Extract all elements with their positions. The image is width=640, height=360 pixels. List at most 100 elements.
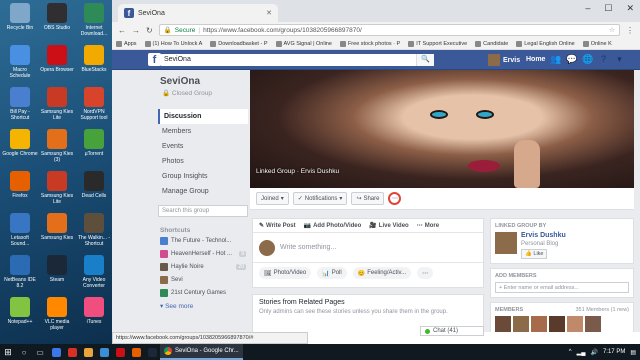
composer-option[interactable]: 🖼 Photo/Video <box>259 267 312 279</box>
desktop-icon[interactable]: Any Video Converter <box>76 254 112 292</box>
composer-more-button[interactable]: ⋯ <box>417 267 434 279</box>
members-count[interactable]: 351 Members (1 new) <box>576 307 630 316</box>
chat-button[interactable]: Chat (41) <box>420 326 484 336</box>
desktop-icon[interactable]: NordVPN Support tool <box>76 86 112 124</box>
help-icon[interactable]: ? <box>598 54 609 65</box>
desktop-icon[interactable]: Macro Schedule <box>2 44 38 82</box>
composer-tab[interactable]: ⋯ More <box>417 222 439 230</box>
desktop-icon[interactable]: OBS Studio <box>39 2 75 40</box>
shortcut-item[interactable]: The Future - Technol... <box>158 234 248 247</box>
desktop-icon[interactable]: Samsung Kies (3) <box>39 128 75 166</box>
desktop-icon[interactable]: Google Chrome <box>2 128 38 166</box>
group-nav-item[interactable]: Manage Group <box>158 184 248 199</box>
url-field[interactable]: 🔒 Secure | https://www.facebook.com/grou… <box>158 24 620 36</box>
desktop-icon[interactable]: NetBeans IDE 8.2 <box>2 254 38 292</box>
see-more-link[interactable]: ▾ See more <box>158 299 248 313</box>
search-icon[interactable]: ○ <box>16 344 32 360</box>
desktop-icon[interactable]: Dead Cells <box>76 170 112 208</box>
desktop-icon[interactable]: Samsung Kies <box>39 212 75 250</box>
share-button[interactable]: ↪ Share <box>351 192 385 205</box>
windows-start-icon[interactable]: ⊞ <box>0 344 16 360</box>
facebook-search-input[interactable]: SeviOna <box>160 54 432 66</box>
close-window-icon[interactable]: ✕ <box>626 3 634 14</box>
close-tab-icon[interactable]: ✕ <box>266 9 272 17</box>
joined-button[interactable]: Joined ▾ <box>256 192 289 205</box>
desktop-icon[interactable]: Recycle Bin <box>2 2 38 40</box>
bookmark-item[interactable]: Online K <box>582 40 612 47</box>
pinned-app-icon[interactable] <box>80 344 96 360</box>
maximize-icon[interactable]: ☐ <box>604 3 612 14</box>
desktop-icon[interactable]: The Walkin... - Shortcut <box>76 212 112 250</box>
member-avatar[interactable] <box>585 316 601 332</box>
group-nav-item[interactable]: Events <box>158 139 248 154</box>
pinned-app-icon[interactable] <box>48 344 64 360</box>
group-name[interactable]: SeviOna <box>158 76 248 89</box>
notifications-icon[interactable]: 🌐 <box>582 54 593 65</box>
desktop-icon[interactable]: VLC media player <box>39 296 75 334</box>
bookmark-item[interactable]: Free stock photos · P <box>339 40 400 47</box>
volume-icon[interactable]: 🔊 <box>590 349 597 356</box>
group-search-input[interactable]: Search this group <box>158 205 248 217</box>
desktop-icon[interactable]: Steam <box>39 254 75 292</box>
bookmark-item[interactable]: IT Support Executive <box>408 40 467 47</box>
composer-tab[interactable]: 📷 Add Photo/Video <box>304 222 362 230</box>
desktop-icon[interactable]: Opera Browser <box>39 44 75 82</box>
reload-icon[interactable]: ↻ <box>146 26 153 35</box>
desktop-icon[interactable]: µTorrent <box>76 128 112 166</box>
composer-tab[interactable]: ✎ Write Post <box>259 222 296 230</box>
forward-icon[interactable]: → <box>132 26 140 35</box>
messages-icon[interactable]: 💬 <box>566 54 577 65</box>
notifications-button[interactable]: ✓ Notifications ▾ <box>292 192 348 205</box>
task-view-icon[interactable]: ▭ <box>32 344 48 360</box>
star-icon[interactable]: ☆ <box>609 26 615 34</box>
profile-link[interactable]: Ervis <box>488 54 520 66</box>
shortcut-item[interactable]: 21st Century Games <box>158 286 248 299</box>
group-nav-item[interactable]: Discussion <box>158 109 248 124</box>
shortcut-item[interactable]: Sevi <box>158 273 248 286</box>
friend-requests-icon[interactable]: 👥 <box>550 54 561 65</box>
bookmark-item[interactable]: Downloadbasket - P <box>210 40 268 47</box>
linked-page-avatar[interactable] <box>495 232 517 254</box>
desktop-icon[interactable]: iTunes <box>76 296 112 334</box>
shortcut-item[interactable]: Haylie Noire 20 <box>158 260 248 273</box>
composer-option[interactable]: 😊 Feeling/Activ... <box>352 267 412 279</box>
bookmark-item[interactable]: Legal English Online <box>516 40 575 47</box>
bookmark-item[interactable]: AVG Signal | Online <box>275 40 332 47</box>
group-nav-item[interactable]: Members <box>158 124 248 139</box>
account-menu-icon[interactable]: ▾ <box>614 54 625 65</box>
member-avatar[interactable] <box>495 316 511 332</box>
menu-icon[interactable]: ⋮ <box>626 26 634 35</box>
member-avatar[interactable] <box>531 316 547 332</box>
member-avatar[interactable] <box>513 316 529 332</box>
group-nav-item[interactable]: Photos <box>158 154 248 169</box>
notifications-center-icon[interactable]: ▤ <box>630 349 636 356</box>
more-options-button[interactable]: ⋯ <box>388 192 402 205</box>
shortcut-item[interactable]: HeavenHerself - Hot ... 9 <box>158 247 248 260</box>
minimize-icon[interactable]: – <box>585 3 590 14</box>
pinned-app-icon[interactable] <box>112 344 128 360</box>
desktop-icon[interactable]: Letasoft Sound... <box>2 212 38 250</box>
search-icon[interactable]: 🔍 <box>416 54 434 66</box>
desktop-icon[interactable]: Samsung Kies Lite <box>39 86 75 124</box>
like-page-button[interactable]: 👍 Like <box>521 249 548 259</box>
tray-arrow-icon[interactable]: ^ <box>569 349 572 355</box>
taskbar-chrome-app[interactable]: SeviOna - Google Chr... <box>160 344 243 360</box>
network-icon[interactable]: ▂▄ <box>577 349 586 356</box>
pinned-app-icon[interactable] <box>144 344 160 360</box>
composer-input[interactable]: Write something... <box>253 233 483 263</box>
pinned-app-icon[interactable] <box>64 344 80 360</box>
desktop-icon[interactable]: Notepad++ <box>2 296 38 334</box>
desktop-icon[interactable]: Samsung Kies Lite <box>39 170 75 208</box>
pinned-app-icon[interactable] <box>96 344 112 360</box>
clock[interactable]: 7:17 PM <box>603 349 625 355</box>
group-nav-item[interactable]: Group Insights <box>158 169 248 184</box>
bookmark-item[interactable]: (1) How To Unlock A <box>144 40 202 47</box>
cover-caption[interactable]: Linked Group · Ervis Dushku <box>256 168 339 175</box>
bookmark-item[interactable]: Apps <box>116 40 137 47</box>
browser-tab[interactable]: f SeviOna ✕ <box>118 4 278 22</box>
desktop-icon[interactable]: Bill Pay - Shortcut <box>2 86 38 124</box>
bookmark-item[interactable]: Candidate <box>475 40 508 47</box>
composer-tab[interactable]: 🎥 Live Video <box>369 222 408 230</box>
pinned-app-icon[interactable] <box>128 344 144 360</box>
desktop-icon[interactable]: Internet Download... <box>76 2 112 40</box>
